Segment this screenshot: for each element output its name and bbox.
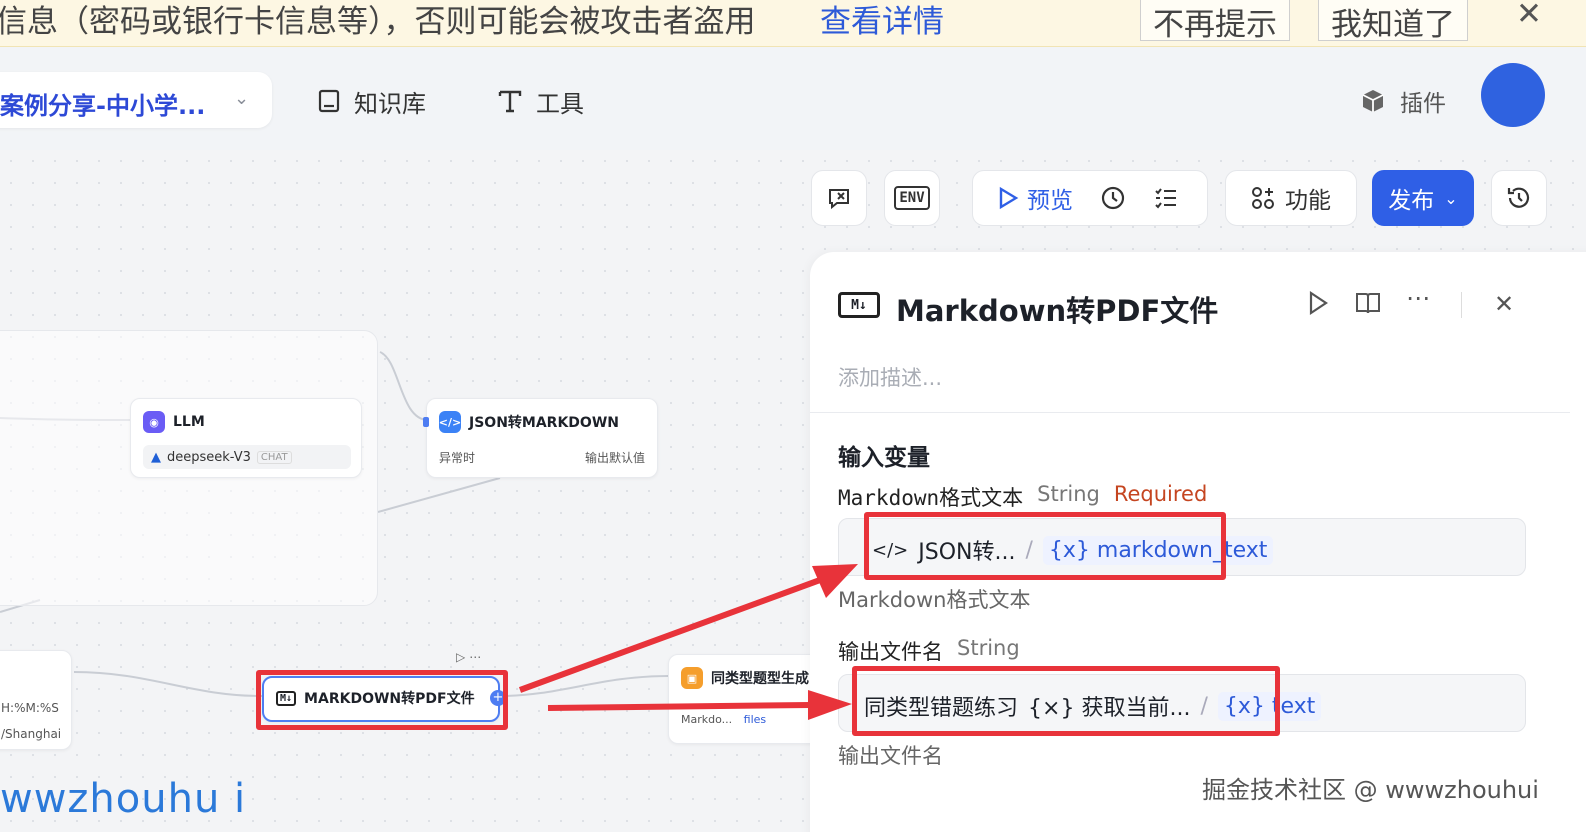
nav-tools-label: 工具 <box>536 89 584 118</box>
nav-tools[interactable]: 工具 <box>496 84 584 118</box>
docs-icon[interactable] <box>1354 290 1382 322</box>
checklist-icon[interactable] <box>1153 185 1179 211</box>
similar-inputs: Markdo... files <box>681 713 766 726</box>
input-handle[interactable] <box>423 417 429 427</box>
env-icon: ENV <box>894 186 930 210</box>
preview-label: 预览 <box>1027 188 1073 214</box>
publish-label: 发布 <box>1388 188 1435 214</box>
error-handling-label: 异常时 <box>439 451 476 465</box>
grid-icon <box>1252 187 1274 209</box>
feature-label: 功能 <box>1285 188 1331 214</box>
highlight-box-node <box>256 670 508 730</box>
similar-node-title: 同类型题型生成 <box>711 671 809 687</box>
view-details-link[interactable]: 查看详情 <box>820 0 944 41</box>
field-filename-label: 输出文件名 String <box>838 636 1020 666</box>
app-switcher[interactable]: 案例分享-中小学... ⌄ <box>0 72 272 128</box>
highlight-box-filename-input <box>852 666 1280 736</box>
llm-node-header: ◉ LLM <box>143 411 205 433</box>
play-icon <box>999 186 1019 210</box>
json-node-header: </> JSON转MARKDOWN <box>439 411 619 433</box>
markdown-icon: M↓ <box>838 292 880 318</box>
model-logo-icon: ▲ <box>151 449 161 465</box>
highlight-box-markdown-input <box>864 512 1226 580</box>
field-type: String <box>957 636 1020 660</box>
more-icon[interactable]: ⋯ <box>1406 284 1430 312</box>
panel-divider <box>810 412 1570 413</box>
model-name: deepseek-V3 <box>167 449 251 465</box>
feature-button[interactable]: 功能 <box>1225 170 1357 226</box>
watermark-community: 掘金技术社区 @ wwwzhouhui <box>1202 776 1539 804</box>
preview-group: 预览 <box>972 170 1208 226</box>
llm-node-title: LLM <box>173 414 205 430</box>
input-variables-title: 输入变量 <box>838 445 930 471</box>
nav-knowledge-base-label: 知识库 <box>354 89 426 118</box>
panel-tool-divider <box>1461 292 1462 318</box>
field-markdown-label: Markdown格式文本 String Required <box>838 482 1207 512</box>
nav-plugins-label: 插件 <box>1400 91 1446 117</box>
run-history-icon[interactable] <box>1099 184 1127 212</box>
field-hint: 输出文件名 <box>838 744 943 768</box>
publish-button[interactable]: 发布 ⌄ <box>1372 170 1474 226</box>
history-icon <box>1507 187 1530 208</box>
input-markdown: Markdo... <box>681 713 733 726</box>
version-history-button[interactable] <box>1491 170 1547 226</box>
preview-button[interactable]: 预览 <box>997 181 1073 215</box>
generate-icon: ▣ <box>681 667 703 689</box>
banner-message: 信息（密码或银行卡信息等），否则可能会被攻击者盗用 <box>0 4 756 40</box>
time-format: H:%M:%S <box>1 701 59 715</box>
banner-close-icon[interactable]: ✕ <box>1516 0 1542 32</box>
time-zone: /Shanghai <box>1 727 62 741</box>
field-type: String <box>1037 482 1100 506</box>
default-output-label: 输出默认值 <box>585 451 646 465</box>
node-run-icon[interactable]: ▷⋯ <box>456 650 485 664</box>
chat-tag: CHAT <box>256 450 292 464</box>
clear-variables-button[interactable] <box>811 170 867 226</box>
json-node-title: JSON转MARKDOWN <box>469 415 619 431</box>
watermark-author: wwzhouhu i <box>0 776 247 822</box>
avatar[interactable] <box>1481 63 1545 127</box>
time-node[interactable]: H:%M:%S /Shanghai <box>0 650 72 750</box>
llm-node[interactable]: ◉ LLM ▲ deepseek-V3 CHAT <box>130 398 362 478</box>
chevron-down-icon: ⌄ <box>1444 188 1458 208</box>
field-name: Markdown格式文本 <box>838 486 1024 510</box>
run-node-icon[interactable] <box>1306 290 1330 322</box>
env-button[interactable]: ENV <box>884 170 940 226</box>
app-title: 案例分享-中小学... <box>0 92 206 120</box>
model-chip: ▲ deepseek-V3 CHAT <box>143 445 351 469</box>
required-badge: Required <box>1113 482 1208 506</box>
code-icon: </> <box>439 411 461 433</box>
security-warning-banner: 信息（密码或银行卡信息等），否则可能会被攻击者盗用 查看详情 不再提示 我知道了… <box>0 0 1586 47</box>
input-files: files <box>743 713 767 726</box>
llm-icon: ◉ <box>143 411 165 433</box>
field-hint: Markdown格式文本 <box>838 588 1031 612</box>
panel-title: Markdown转PDF文件 <box>896 294 1219 328</box>
variable-clear-icon <box>829 189 849 210</box>
tool-icon <box>498 90 522 113</box>
got-it-button[interactable]: 我知道了 <box>1318 0 1468 43</box>
json-to-markdown-node[interactable]: </> JSON转MARKDOWN 异常时 输出默认值 <box>423 398 658 478</box>
cube-icon <box>1362 90 1384 112</box>
nav-knowledge-base[interactable]: 知识库 <box>316 84 426 118</box>
nav-plugins[interactable]: 插件 <box>1360 84 1446 118</box>
field-name: 输出文件名 <box>838 640 943 664</box>
description-input[interactable]: 添加描述... <box>838 362 942 392</box>
dont-show-again-button[interactable]: 不再提示 <box>1140 0 1290 43</box>
similar-node-header: ▣ 同类型题型生成 <box>681 667 809 689</box>
close-icon[interactable]: ✕ <box>1494 290 1514 318</box>
chevron-down-icon: ⌄ <box>234 88 250 109</box>
book-icon <box>318 89 340 113</box>
